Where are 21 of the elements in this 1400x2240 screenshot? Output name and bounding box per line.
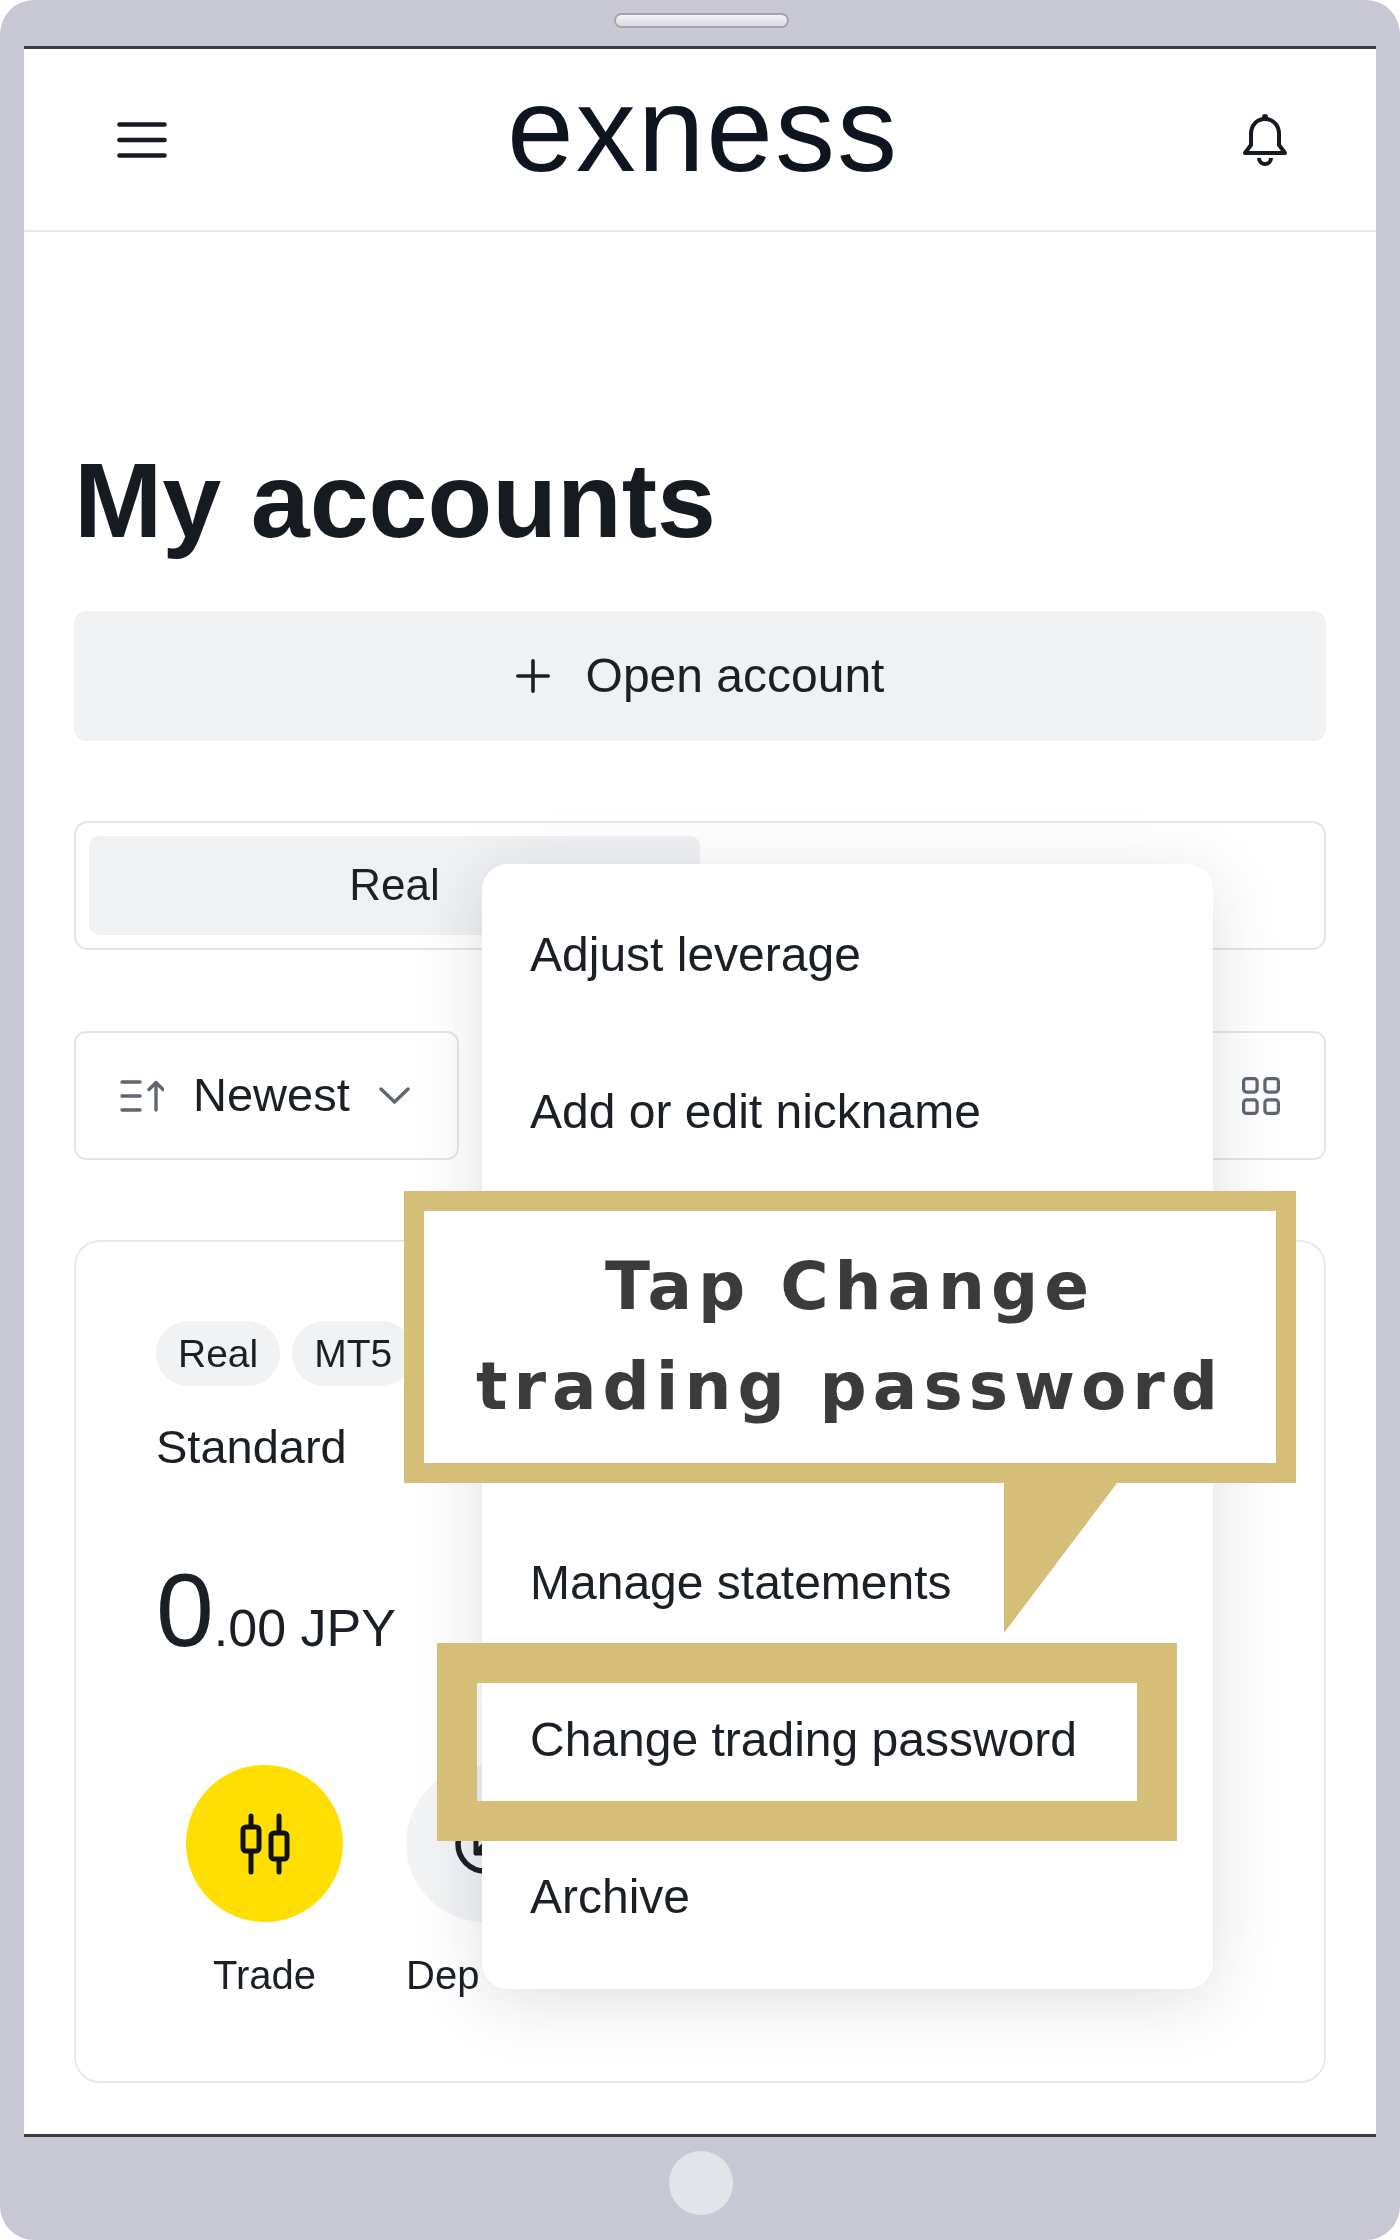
- menu-item[interactable]: Archive: [530, 1867, 691, 1926]
- chevron-down-icon: [378, 1087, 410, 1104]
- balance-amount: 0.00 JPY: [156, 1558, 396, 1662]
- sort-icon: [120, 1078, 164, 1113]
- page-title: My accounts: [74, 440, 717, 561]
- callout-text: Tap Change trading password: [474, 1247, 1226, 1427]
- brand-logo[interactable]: exness: [506, 68, 900, 189]
- candlestick-icon: [239, 1812, 290, 1875]
- account-tag: Real: [156, 1321, 281, 1386]
- sort-dropdown[interactable]: Newest: [74, 1031, 459, 1160]
- action-label: Dep: [406, 1952, 480, 1999]
- menu-item[interactable]: Change trading password: [530, 1710, 1077, 1769]
- bell-icon[interactable]: [1241, 111, 1289, 168]
- action-label: Trade: [213, 1952, 316, 1999]
- menu-item[interactable]: Manage statements: [530, 1553, 952, 1612]
- open-account-button[interactable]: Open account: [74, 611, 1326, 741]
- account-type-name: Standard: [156, 1419, 347, 1474]
- grid-icon: [1242, 1076, 1280, 1115]
- plus-icon: [515, 659, 550, 693]
- menu-item[interactable]: Add or edit nickname: [530, 1082, 981, 1141]
- menu-icon[interactable]: [117, 121, 167, 158]
